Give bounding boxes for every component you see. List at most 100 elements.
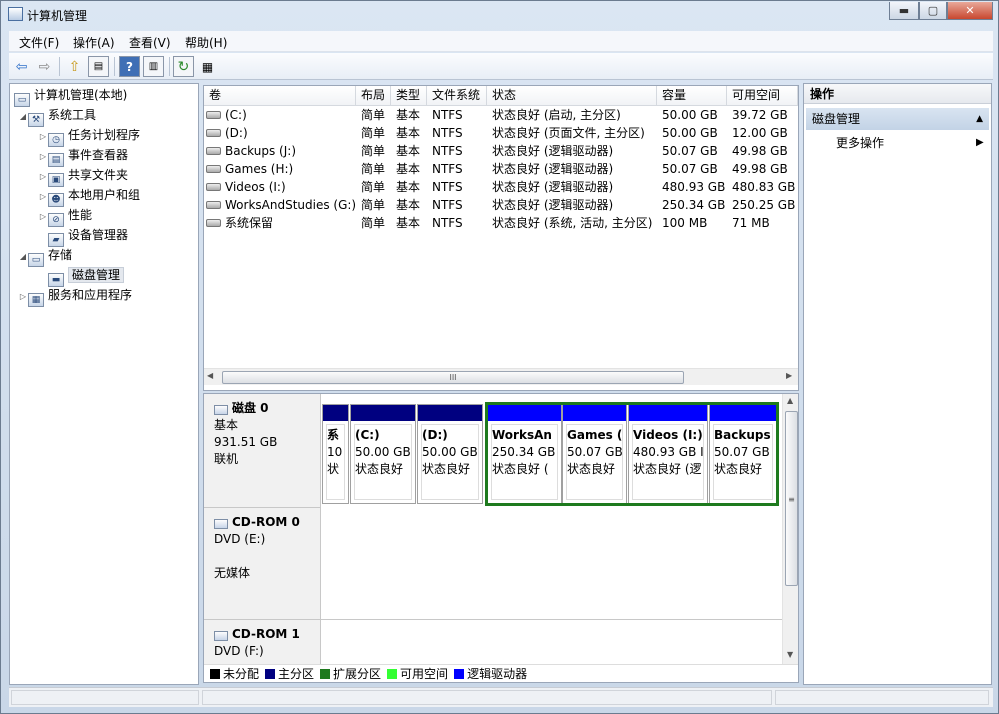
table-row[interactable]: Backups (J:) 简单 基本 NTFS 状态良好 (逻辑驱动器) 50.07 GB… [204, 142, 798, 160]
tree-label: 设备管理器 [68, 228, 129, 242]
table-cell: 39.72 GB [732, 106, 788, 124]
tree-node-disk-management[interactable]: ▬ 磁盘管理 [48, 265, 125, 287]
table-cell: (D:) [206, 124, 248, 142]
cell-text: 基本 [396, 216, 421, 230]
collapsed-arrow-icon[interactable]: ▷ [38, 127, 48, 147]
minimize-button[interactable]: ▬ [889, 2, 919, 20]
cell-text: 50.07 GB [662, 144, 718, 158]
title-bar[interactable]: 计算机管理 ▬ ▢ ✕ [1, 1, 998, 29]
column-header-volume[interactable]: 卷 [204, 86, 356, 106]
scroll-down-icon[interactable]: ▼ [787, 650, 793, 659]
partition-block[interactable]: (C:) 50.00 GB 状态良好 [350, 404, 416, 504]
vertical-scrollbar[interactable]: ▲ ≡ ▼ [782, 394, 798, 664]
scroll-up-icon[interactable]: ▲ [787, 396, 793, 405]
disk0-label[interactable]: 磁盘 0 基本 931.51 GB 联机 [204, 394, 321, 508]
tree-node-task-scheduler[interactable]: ▷ ◷ 任务计划程序 [38, 125, 140, 147]
table-row[interactable]: (C:) 简单 基本 NTFS 状态良好 (启动, 主分区) 50.00 GB 39.72 … [204, 106, 798, 124]
table-row[interactable]: 系统保留 简单 基本 NTFS 状态良好 (系统, 活动, 主分区) 100 MB 71 M… [204, 214, 798, 232]
collapsed-arrow-icon[interactable]: ▷ [38, 187, 48, 207]
cdrom0-media-area [321, 508, 782, 620]
cell-text: NTFS [432, 108, 463, 122]
collapse-arrow-icon[interactable]: ▲ [976, 108, 983, 130]
scroll-right-icon[interactable]: ▶ [786, 371, 792, 380]
partition-size: 10 [327, 445, 343, 459]
up-folder-icon[interactable]: ⇧ [64, 56, 85, 77]
tree-node-performance[interactable]: ▷ ⊘ 性能 [38, 205, 92, 227]
expanded-arrow-icon[interactable]: ◢ [18, 107, 28, 127]
vertical-scroll-thumb[interactable]: ≡ [785, 411, 798, 586]
cdrom0-label[interactable]: CD-ROM 0 DVD (E:) 无媒体 [204, 508, 321, 620]
table-cell: 系统保留 [206, 214, 273, 232]
table-cell: 简单 [361, 196, 385, 214]
tree-node-local-users[interactable]: ▷ ☻ 本地用户和组 [38, 185, 140, 207]
cell-text: 简单 [361, 180, 386, 194]
table-cell: 简单 [361, 160, 385, 178]
table-cell: 50.00 GB [662, 124, 718, 142]
close-button[interactable]: ✕ [947, 2, 993, 20]
collapsed-arrow-icon[interactable]: ▷ [38, 167, 48, 187]
actions-section-disk-management[interactable]: 磁盘管理 ▲ [806, 108, 989, 130]
partition-block[interactable]: (D:) 50.00 GB 状态良好 [417, 404, 483, 504]
tree-node-root[interactable]: ▭ 计算机管理(本地) [14, 85, 127, 107]
help-icon[interactable]: ? [119, 56, 140, 77]
tree-node-storage[interactable]: ◢ ▭ 存储 [18, 245, 72, 267]
properties-icon[interactable]: ▦ [197, 56, 218, 77]
refresh-icon[interactable]: ↻ [173, 56, 194, 77]
submenu-arrow-icon: ▶ [976, 137, 984, 148]
forward-icon[interactable]: ⇨ [34, 56, 55, 77]
cell-text: 71 MB [732, 216, 770, 230]
table-cell: 250.25 GB [732, 196, 795, 214]
cell-text: NTFS [432, 180, 463, 194]
partition-block[interactable]: 系 10 状 [322, 404, 349, 504]
cell-text: NTFS [432, 198, 463, 212]
cell-text: 简单 [361, 216, 386, 230]
status-bar [9, 687, 993, 707]
disk0-status: 联机 [214, 452, 239, 466]
menu-view[interactable]: 查看(V) [125, 33, 175, 52]
tree-node-shared-folders[interactable]: ▷ ▣ 共享文件夹 [38, 165, 128, 187]
legend-label: 未分配 [223, 667, 260, 681]
column-header-status[interactable]: 状态 [487, 86, 657, 106]
table-row[interactable]: (D:) 简单 基本 NTFS 状态良好 (页面文件, 主分区) 50.00 GB 12.0… [204, 124, 798, 142]
expanded-arrow-icon[interactable]: ◢ [18, 247, 28, 267]
tree-node-event-viewer[interactable]: ▷ ▤ 事件查看器 [38, 145, 128, 167]
column-header-type[interactable]: 类型 [391, 86, 427, 106]
cdrom1-label[interactable]: CD-ROM 1 DVD (F:) [204, 620, 321, 670]
table-cell: Videos (I:) [206, 178, 286, 196]
collapsed-arrow-icon[interactable]: ▷ [38, 207, 48, 227]
table-cell: NTFS [432, 160, 463, 178]
table-cell: 基本 [396, 142, 420, 160]
table-cell: 71 MB [732, 214, 770, 232]
tree-node-system-tools[interactable]: ◢ ⚒ 系统工具 [18, 105, 96, 127]
maximize-button[interactable]: ▢ [919, 2, 947, 20]
table-cell: WorksAndStudies (G:) [206, 196, 356, 214]
tree-node-device-manager[interactable]: ▰ 设备管理器 [48, 225, 129, 247]
cell-text: 基本 [396, 198, 421, 212]
cell-text: WorksAndStudies (G:) [225, 198, 357, 212]
collapsed-arrow-icon[interactable]: ▷ [18, 287, 28, 307]
table-row[interactable]: Games (H:) 简单 基本 NTFS 状态良好 (逻辑驱动器) 50.07 GB 49… [204, 160, 798, 178]
scroll-left-icon[interactable]: ◀ [207, 371, 213, 380]
menu-action[interactable]: 操作(A) [69, 33, 119, 52]
tree-node-services-apps[interactable]: ▷ ▦ 服务和应用程序 [18, 285, 132, 307]
menu-file[interactable]: 文件(F) [15, 33, 63, 52]
collapsed-arrow-icon[interactable]: ▷ [38, 147, 48, 167]
horizontal-scroll-thumb[interactable]: III [222, 371, 684, 384]
extended-partition-outline [485, 402, 779, 506]
show-tree-icon[interactable]: ▤ [88, 56, 109, 77]
table-row[interactable]: Videos (I:) 简单 基本 NTFS 状态良好 (逻辑驱动器) 480.93 GB… [204, 178, 798, 196]
more-actions-item[interactable]: 更多操作 [836, 134, 884, 152]
horizontal-scrollbar[interactable]: ◀ III ▶ [204, 368, 798, 385]
column-header-layout[interactable]: 布局 [356, 86, 391, 106]
back-icon[interactable]: ⇦ [11, 56, 32, 77]
table-row[interactable]: WorksAndStudies (G:) 简单 基本 NTFS 状态良好 (逻辑驱动器)… [204, 196, 798, 214]
partition-color-bar [418, 405, 482, 421]
column-header-filesystem[interactable]: 文件系统 [427, 86, 487, 106]
volume-drive-icon [206, 111, 221, 119]
cdrom-icon [214, 519, 228, 529]
column-header-capacity[interactable]: 容量 [657, 86, 727, 106]
menu-help[interactable]: 帮助(H) [181, 33, 231, 52]
table-cell: NTFS [432, 196, 463, 214]
column-header-free-space[interactable]: 可用空间 [727, 86, 798, 106]
show-action-pane-icon[interactable]: ▥ [143, 56, 164, 77]
